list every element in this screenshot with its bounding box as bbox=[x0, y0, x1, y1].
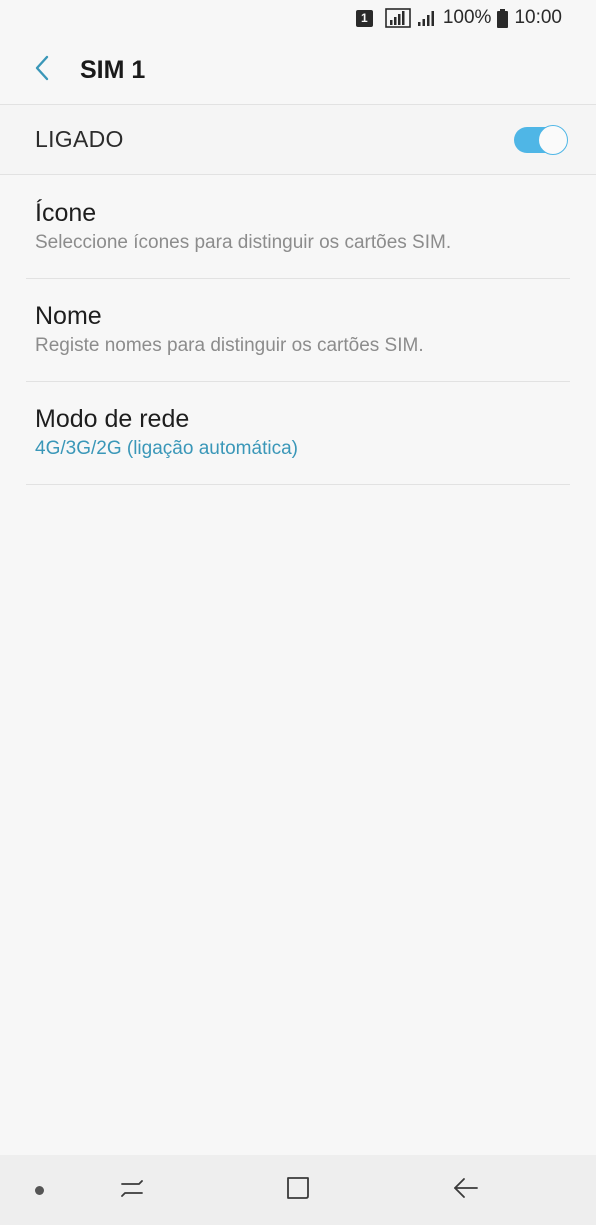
list-item-icon[interactable]: Ícone Seleccione ícones para distinguir … bbox=[26, 176, 570, 279]
list-item-title: Ícone bbox=[35, 199, 97, 227]
settings-list: Ícone Seleccione ícones para distinguir … bbox=[0, 176, 596, 485]
toggle-thumb bbox=[538, 124, 568, 155]
home-icon bbox=[285, 1175, 311, 1206]
list-item-subtitle: Seleccione ícones para distinguir os car… bbox=[35, 232, 452, 253]
recent-apps-icon bbox=[119, 1176, 145, 1205]
list-item-title: Modo de rede bbox=[35, 405, 190, 433]
clock: 10:00 bbox=[514, 7, 562, 28]
page-title: SIM 1 bbox=[80, 55, 146, 84]
battery-percentage: 100% bbox=[442, 7, 492, 28]
back-arrow-icon bbox=[453, 1176, 479, 1205]
master-switch-row[interactable]: LIGADO bbox=[0, 105, 596, 175]
recent-apps-button[interactable] bbox=[112, 1170, 152, 1210]
list-item-title: Nome bbox=[35, 302, 102, 330]
status-bar: 1 100% 10:00 bbox=[0, 0, 596, 36]
list-item-subtitle: 4G/3G/2G (ligação automática) bbox=[35, 438, 298, 459]
app-bar: SIM 1 bbox=[0, 36, 596, 105]
list-item-network-mode[interactable]: Modo de rede 4G/3G/2G (ligação automátic… bbox=[26, 382, 570, 485]
navigation-bar bbox=[0, 1155, 596, 1225]
signal-icon bbox=[417, 9, 435, 27]
list-item-subtitle: Registe nomes para distinguir os cartões… bbox=[35, 335, 424, 356]
list-item-name[interactable]: Nome Registe nomes para distinguir os ca… bbox=[26, 279, 570, 382]
signal-icon bbox=[385, 8, 411, 28]
home-button[interactable] bbox=[278, 1170, 318, 1210]
back-nav-button[interactable] bbox=[446, 1170, 486, 1210]
master-toggle[interactable] bbox=[514, 124, 568, 155]
dot-icon[interactable] bbox=[35, 1185, 44, 1195]
master-switch-label: LIGADO bbox=[35, 126, 124, 152]
chevron-left-icon bbox=[34, 55, 50, 86]
back-button[interactable] bbox=[22, 50, 62, 90]
sim-1-icon: 1 bbox=[355, 9, 373, 27]
battery-icon bbox=[497, 8, 509, 28]
